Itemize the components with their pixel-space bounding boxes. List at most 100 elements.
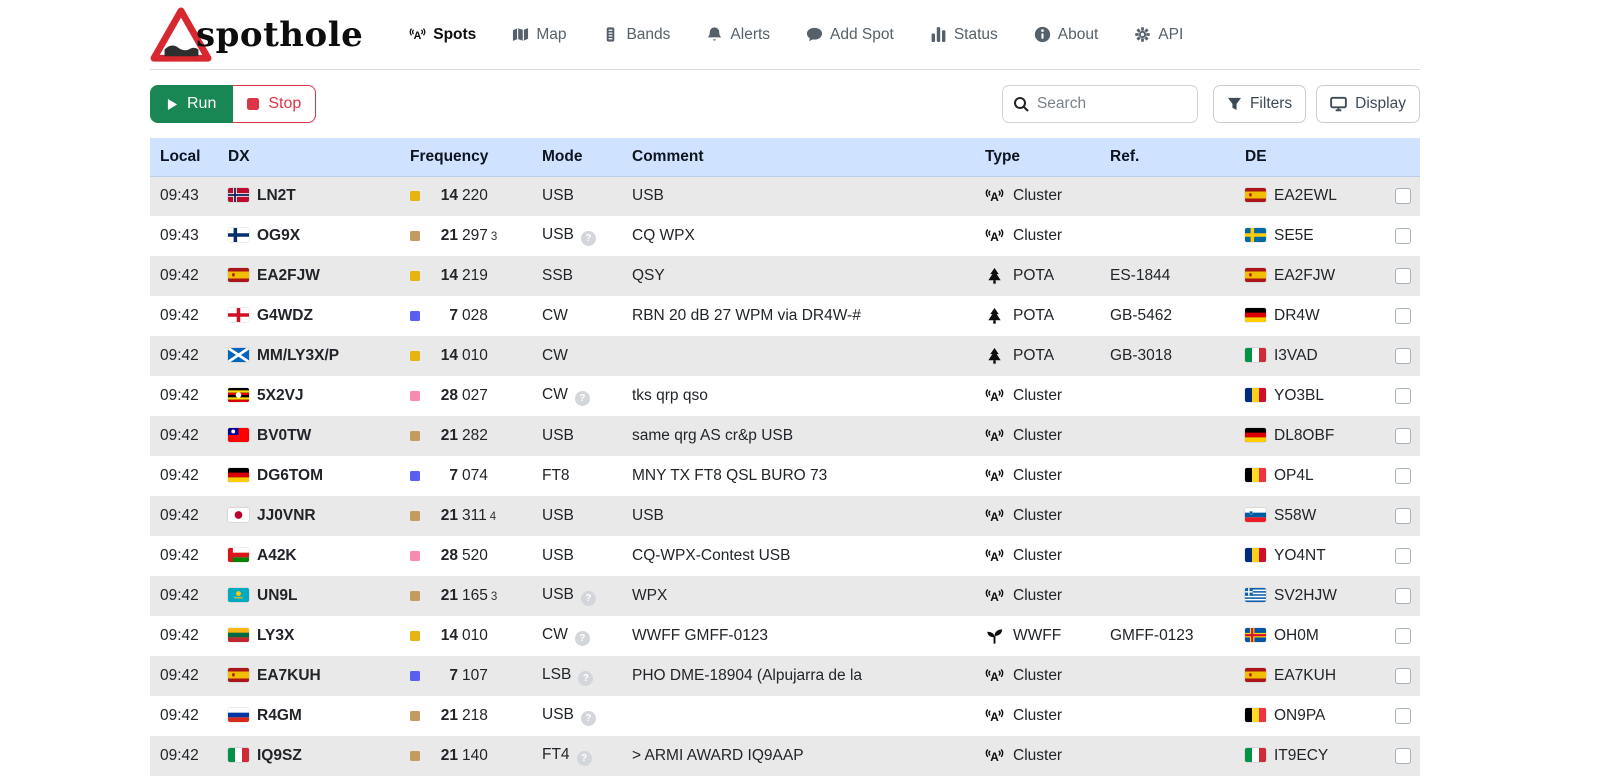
time-cell: 09:42 [150,336,218,376]
run-button[interactable]: Run [150,85,233,123]
antenna-icon: A [985,707,1004,725]
de-callsign: YO3BL [1274,387,1324,404]
spot-checkbox[interactable] [1395,268,1411,284]
type-wrap: ACluster [985,227,1100,245]
nav-item-spots[interactable]: ASpots [409,26,476,44]
mode-help-icon[interactable]: ? [581,231,596,246]
dx-callsign: LY3X [257,627,294,644]
nav-item-bands[interactable]: Bands [602,26,670,44]
freq-khz: 028 [462,307,488,325]
display-button[interactable]: Display [1316,85,1420,123]
search-input[interactable] [1002,85,1198,123]
antenna-icon: A [985,507,1004,525]
nav-item-add-spot[interactable]: Add Spot [806,26,894,44]
type-label: Cluster [1013,707,1062,725]
de-cell: DL8OBF [1235,416,1385,456]
navbar: spothole ASpots Map Bands Alerts Add Spot Sta… [150,0,1420,70]
de-country-flag [1245,268,1266,282]
mode-help-icon[interactable]: ? [575,631,590,646]
spot-row: 09:42JJ0VNR213114USBUSBAClusterS58W [150,496,1420,536]
search-wrap [1002,85,1198,123]
frequency: 21140 [410,747,532,765]
filters-button[interactable]: Filters [1213,85,1306,123]
de-callsign: I3VAD [1274,347,1318,364]
type-label: Cluster [1013,667,1062,685]
freq-khz: 165 [462,587,488,605]
frequency-cell: 212973 [400,216,532,256]
spot-checkbox[interactable] [1395,468,1411,484]
select-cell [1385,736,1420,776]
freq-mhz: 21 [429,227,458,245]
comment-cell [622,696,975,736]
brand-logo[interactable]: spothole [150,6,363,64]
de-country-flag [1245,708,1266,722]
mode-help-icon[interactable]: ? [578,671,593,686]
frequency: 28520 [410,547,532,565]
spot-checkbox[interactable] [1395,668,1411,684]
select-cell [1385,576,1420,616]
spot-checkbox[interactable] [1395,308,1411,324]
type-wrap: ACluster [985,667,1100,685]
ref-cell [1100,496,1235,536]
de-cell: IT9ECY [1235,736,1385,776]
mode-help-icon[interactable]: ? [575,391,590,406]
spot-checkbox[interactable] [1395,548,1411,564]
mode-help-icon[interactable]: ? [577,751,592,766]
comment-cell: MNY TX FT8 QSL BURO 73 [622,456,975,496]
frequency-cell: 211653 [400,576,532,616]
de-callsign: SE5E [1274,227,1314,244]
mode-help-icon[interactable]: ? [581,591,596,606]
freq-mhz: 7 [429,667,458,685]
spot-checkbox[interactable] [1395,748,1411,764]
dx-callsign: IQ9SZ [257,747,302,764]
spot-checkbox[interactable] [1395,508,1411,524]
comment-cell [622,336,975,376]
spot-checkbox[interactable] [1395,348,1411,364]
nav-item-status[interactable]: Status [930,26,998,44]
frequency-cell: 21282 [400,416,532,456]
nav-item-about[interactable]: About [1034,26,1099,44]
nav-item-api[interactable]: API [1134,26,1183,44]
freq-sub-digit: 3 [491,231,497,243]
spot-checkbox[interactable] [1395,228,1411,244]
spot-checkbox[interactable] [1395,428,1411,444]
nav-item-label: API [1158,26,1183,44]
nav-item-map[interactable]: Map [512,26,566,44]
mode-cell: SSB [532,256,622,296]
tree-icon [985,307,1004,325]
spot-checkbox[interactable] [1395,188,1411,204]
seedling-icon [985,627,1004,645]
comment-cell: QSY [622,256,975,296]
spot-row: 09:42EA7KUH7107LSB?PHO DME-18904 (Alpuja… [150,656,1420,696]
nav-item-alerts[interactable]: Alerts [706,26,770,44]
frequency: 14219 [410,267,532,285]
dx-callsign: MM/LY3X/P [257,347,339,364]
gear-icon [1134,26,1151,43]
nav-item-label: Status [954,26,998,44]
svg-text:A: A [990,390,999,404]
spot-checkbox[interactable] [1395,588,1411,604]
dx-callsign: UN9L [257,587,297,604]
antenna-icon: A [985,547,1004,565]
mode-help-icon[interactable]: ? [581,711,596,726]
spot-checkbox[interactable] [1395,628,1411,644]
toolbar: Run Stop Filters Di [150,85,1420,123]
time-cell: 09:42 [150,536,218,576]
de-country-flag [1245,468,1266,482]
dx-country-flag [228,388,249,402]
mode-value: USB [542,507,574,524]
de-country-flag [1245,228,1266,242]
frequency: 7074 [410,467,532,485]
spot-checkbox[interactable] [1395,388,1411,404]
spot-checkbox[interactable] [1395,708,1411,724]
type-label: POTA [1013,307,1054,325]
de-callsign: EA2EWL [1274,187,1337,204]
stop-button[interactable]: Stop [233,85,316,123]
de-cell: SV2HJW [1235,576,1385,616]
type-wrap: ACluster [985,747,1100,765]
freq-khz: 010 [462,627,488,645]
freq-sub-digit: 4 [490,511,496,523]
de-cell: YO4NT [1235,536,1385,576]
brand-name: spothole [196,15,363,55]
freq-mhz: 14 [429,627,458,645]
